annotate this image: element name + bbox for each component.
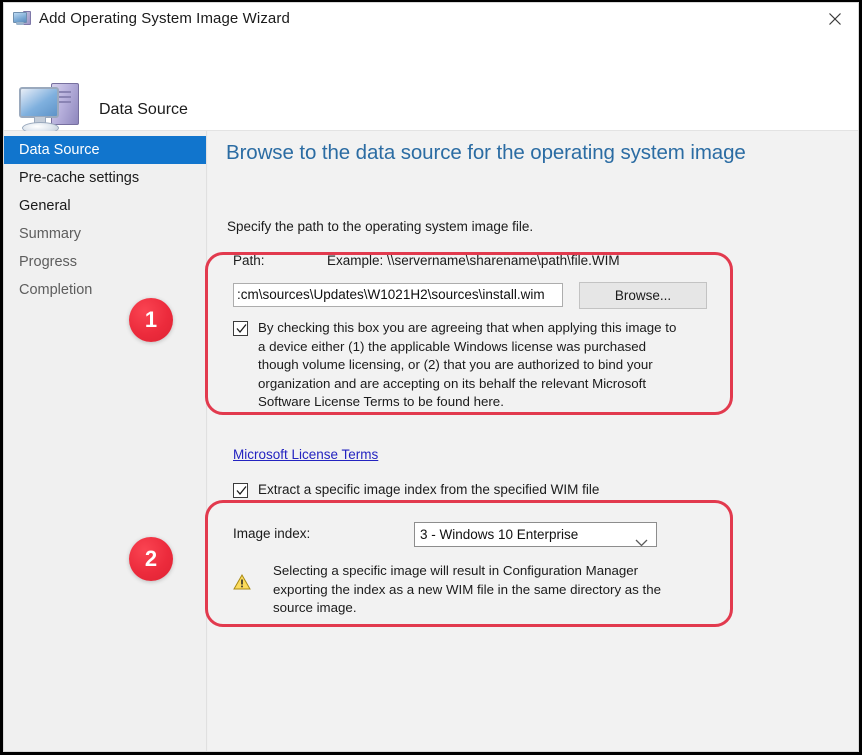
sidebar-item-label: General <box>19 198 71 214</box>
window-title: Add Operating System Image Wizard <box>39 10 290 27</box>
main-panel: Browse to the data source for the operat… <box>208 131 858 751</box>
warning-row: Selecting a specific image will result i… <box>227 562 763 618</box>
sidebar-item-pre-cache-settings[interactable]: Pre-cache settings <box>4 164 206 192</box>
close-icon[interactable] <box>812 3 858 34</box>
path-input[interactable]: :cm\sources\Updates\W1021H2\sources\inst… <box>233 283 563 307</box>
titlebar: Add Operating System Image Wizard <box>4 3 858 34</box>
footer: < Previous Next > Summary Cancel <box>4 751 858 752</box>
computer-icon <box>13 11 31 26</box>
path-label: Path: <box>233 253 265 268</box>
microsoft-license-terms-link[interactable]: Microsoft License Terms <box>233 447 378 462</box>
sidebar-item-data-source[interactable]: Data Source <box>4 136 206 164</box>
sidebar-item-label: Data Source <box>19 142 100 158</box>
sidebar-item-label: Progress <box>19 254 78 270</box>
license-agreement-text: By checking this box you are agreeing th… <box>258 320 677 410</box>
browse-button[interactable]: Browse... <box>579 282 707 309</box>
warning-triangle-icon <box>233 573 251 590</box>
path-input-row: :cm\sources\Updates\W1021H2\sources\inst… <box>227 282 763 309</box>
sidebar-item-label: Pre-cache settings <box>19 170 140 186</box>
wizard-window: Add Operating System Image Wizard Data S… <box>3 2 859 752</box>
sidebar-item-summary[interactable]: Summary <box>4 220 206 248</box>
image-index-label: Image index: <box>233 526 311 541</box>
image-index-select[interactable]: 3 - Windows 10 Enterprise <box>414 522 657 547</box>
extract-index-checkbox[interactable] <box>233 483 248 498</box>
panel-subheading: Specify the path to the operating system… <box>227 219 534 234</box>
image-index-value: 3 - Windows 10 Enterprise <box>420 527 579 542</box>
extract-index-label: Extract a specific image index from the … <box>258 482 600 497</box>
image-index-group: Extract a specific image index from the … <box>227 481 763 618</box>
annotation-badge-1: 1 <box>129 298 173 342</box>
license-agreement-row[interactable]: By checking this box you are agreeing th… <box>227 319 763 412</box>
annotation-badge-2: 2 <box>129 537 173 581</box>
warning-text: Selecting a specific image will result i… <box>273 563 662 615</box>
wizard-step-list: Data Source Pre-cache settings General S… <box>4 131 207 751</box>
chevron-down-icon <box>635 531 648 554</box>
extract-index-row[interactable]: Extract a specific image index from the … <box>227 481 763 503</box>
license-agreement-checkbox[interactable] <box>233 321 248 336</box>
path-group: Path: Example: \\servername\sharename\pa… <box>227 253 763 412</box>
sidebar-item-progress[interactable]: Progress <box>4 248 206 276</box>
panel-heading: Browse to the data source for the operat… <box>226 141 746 164</box>
index-select-row: Image index: 3 - Windows 10 Enterprise <box>227 522 763 550</box>
sidebar-item-general[interactable]: General <box>4 192 206 220</box>
sidebar-item-label: Completion <box>19 282 93 298</box>
path-example-text: Example: \\servername\sharename\path\fil… <box>327 253 620 268</box>
page-title: Data Source <box>99 101 188 118</box>
body: Data Source Pre-cache settings General S… <box>4 131 858 751</box>
sidebar-item-label: Summary <box>19 226 82 242</box>
sidebar-item-completion[interactable]: Completion <box>4 276 206 304</box>
header-band: Data Source <box>4 34 858 134</box>
path-row: Path: Example: \\servername\sharename\pa… <box>227 253 763 277</box>
